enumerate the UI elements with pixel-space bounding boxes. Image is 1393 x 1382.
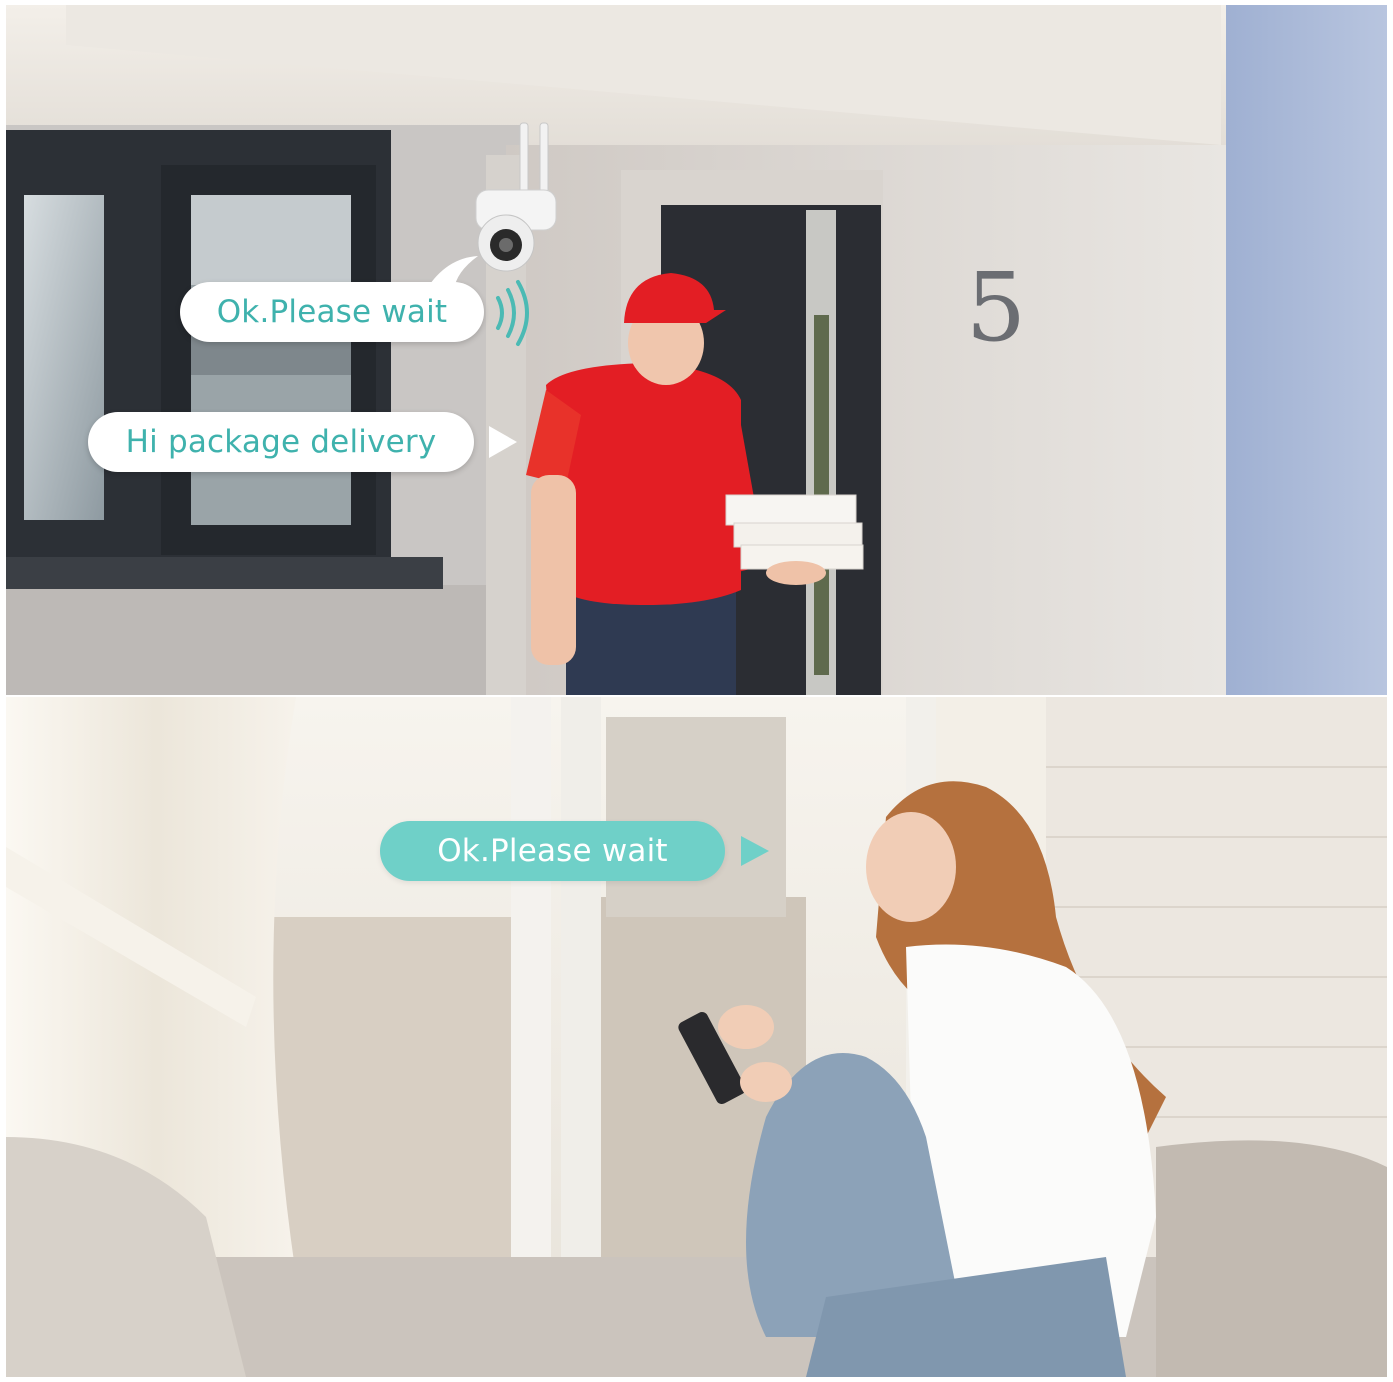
living-room-illustration [6,697,1387,1377]
bubble-tail [426,256,478,290]
doorstep-illustration: 5 [6,5,1387,695]
play-triangle-icon [489,426,517,458]
living-room-scene: Ok.Please wait [6,697,1387,1377]
camera-speech-text: Ok.Please wait [216,294,448,330]
play-triangle-icon [741,836,769,866]
phone-speech-bubble: Ok.Please wait [380,821,725,881]
courier-speech-text: Hi package delivery [125,424,437,460]
house-number: 5 [966,253,1026,363]
phone-speech-text: Ok.Please wait [437,833,668,869]
doorstep-scene: 5 Ok.Please wait Hi package delivery [6,5,1387,695]
sound-waves-icon [496,280,529,346]
courier-speech-bubble: Hi package delivery [88,412,474,472]
